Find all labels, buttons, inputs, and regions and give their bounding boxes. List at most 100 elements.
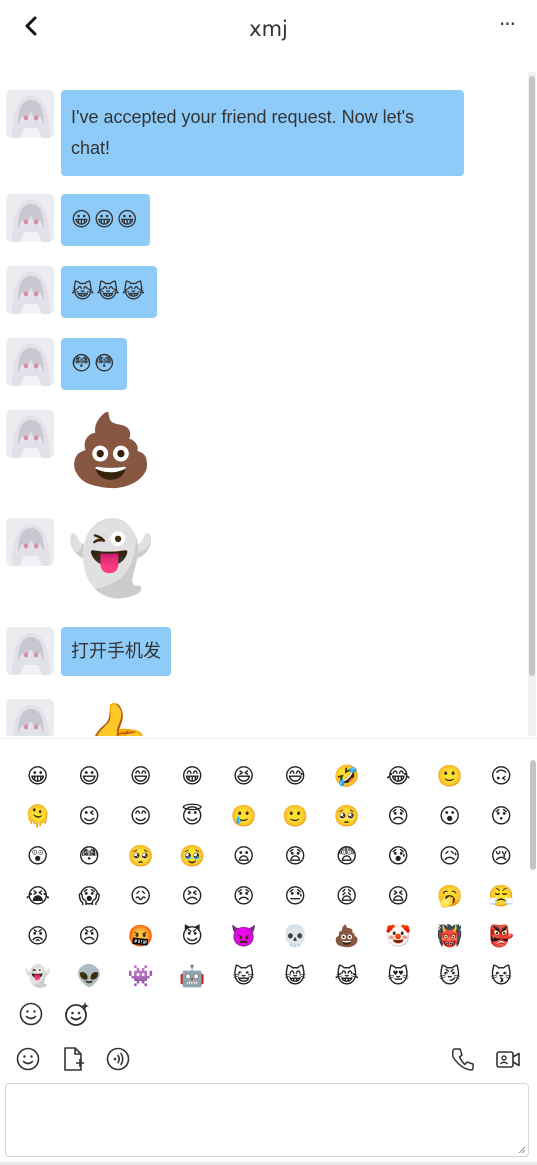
emoji-bubble[interactable]: 😀😀😀: [61, 194, 150, 246]
chat-scroll-thumb[interactable]: [529, 76, 535, 676]
emoji-option[interactable]: 😻: [373, 961, 425, 991]
emoji-option[interactable]: 😃: [64, 761, 116, 791]
text-bubble[interactable]: I've accepted your friend request. Now l…: [61, 90, 464, 176]
message-item: 👍: [6, 699, 161, 736]
emoji-option[interactable]: 🥲: [218, 801, 270, 831]
emoji-option[interactable]: 😁: [167, 761, 219, 791]
emoji-option[interactable]: 😊: [115, 801, 167, 831]
emoji-grid: 😀 😃 😄 😁 😆 😅 🤣 😂 🙂 🙃 🫠 😉 😊 😇 🥲 🙂 🥺 😞 😮 😯 😲 😳 🥺 🥹 😦 😧 😨 😰 😥 😢 😭 😱 😖 😣 😞 😓 😩 😫 🥱 😤…: [12, 761, 522, 991]
emoji-option[interactable]: 😇: [167, 801, 219, 831]
input-toolbar: [0, 1040, 537, 1080]
emoji-option[interactable]: 😡: [12, 921, 64, 951]
emoji-option[interactable]: 😈: [167, 921, 219, 951]
emoji-option[interactable]: 😄: [115, 761, 167, 791]
emoji-option[interactable]: 😽: [476, 961, 528, 991]
sticker-message[interactable]: 💩: [61, 410, 161, 490]
sticker-tab-icon[interactable]: [64, 1001, 90, 1027]
emoji-option[interactable]: 😹: [321, 961, 373, 991]
sticker-message[interactable]: 👻: [61, 518, 161, 598]
emoji-option[interactable]: 🤣: [321, 761, 373, 791]
chat-scrollbar[interactable]: [528, 72, 536, 736]
emoji-option[interactable]: 😣: [167, 881, 219, 911]
emoji-bubble[interactable]: 😳😳: [61, 338, 127, 390]
chat-title: xmj: [249, 17, 288, 41]
emoji-option[interactable]: 😥: [424, 841, 476, 871]
emoji-option[interactable]: 😲: [12, 841, 64, 871]
text-bubble[interactable]: 打开手机发: [61, 627, 171, 676]
emoji-option[interactable]: 😰: [373, 841, 425, 871]
emoji-option[interactable]: 🤖: [167, 961, 219, 991]
emoji-option[interactable]: 😼: [424, 961, 476, 991]
message-item: I've accepted your friend request. Now l…: [6, 90, 464, 176]
emoji-option[interactable]: 🤬: [115, 921, 167, 951]
message-item: 打开手机发: [6, 627, 171, 676]
more-options-icon[interactable]: ···: [495, 14, 519, 38]
file-upload-icon[interactable]: [60, 1046, 86, 1072]
message-item: 😀😀😀: [6, 194, 150, 246]
emoji-option[interactable]: 😀: [12, 761, 64, 791]
emoji-option[interactable]: 🥺: [115, 841, 167, 871]
emoji-option[interactable]: 😠: [64, 921, 116, 951]
emoji-option[interactable]: 😧: [270, 841, 322, 871]
emoji-panel-scrollbar[interactable]: [530, 760, 536, 870]
emoji-option[interactable]: 😤: [476, 881, 528, 911]
phone-icon[interactable]: [450, 1046, 476, 1072]
emoji-option[interactable]: 😂: [373, 761, 425, 791]
emoji-option[interactable]: 👻: [12, 961, 64, 991]
avatar[interactable]: [6, 338, 54, 386]
emoji-bubble[interactable]: 😹😹😹: [61, 266, 158, 318]
avatar[interactable]: [6, 518, 54, 566]
emoji-option[interactable]: 😉: [64, 801, 116, 831]
emoji-option[interactable]: 😯: [476, 801, 528, 831]
emoji-option[interactable]: 👽: [64, 961, 116, 991]
emoji-option[interactable]: 🥺: [321, 801, 373, 831]
emoji-option[interactable]: 🥱: [424, 881, 476, 911]
emoji-icon[interactable]: [15, 1046, 41, 1072]
emoji-option[interactable]: 👾: [115, 961, 167, 991]
emoji-option[interactable]: 😦: [218, 841, 270, 871]
emoji-option[interactable]: 🥹: [167, 841, 219, 871]
emoji-option[interactable]: 😸: [270, 961, 322, 991]
emoji-option[interactable]: 💩: [321, 921, 373, 951]
emoji-option[interactable]: 😮: [424, 801, 476, 831]
emoji-option[interactable]: 😫: [373, 881, 425, 911]
message-item: 😳😳: [6, 338, 127, 390]
sticker-message[interactable]: 👍: [61, 699, 161, 736]
emoji-option[interactable]: 🙂: [270, 801, 322, 831]
emoji-option[interactable]: 😢: [476, 841, 528, 871]
avatar[interactable]: [6, 266, 54, 314]
avatar[interactable]: [6, 627, 54, 675]
emoji-option[interactable]: 👺: [476, 921, 528, 951]
avatar[interactable]: [6, 410, 54, 458]
emoji-option[interactable]: 😺: [218, 961, 270, 991]
avatar[interactable]: [6, 699, 54, 736]
emoji-option[interactable]: 😆: [218, 761, 270, 791]
emoji-option[interactable]: 🤡: [373, 921, 425, 951]
message-list[interactable]: I've accepted your friend request. Now l…: [0, 72, 527, 736]
avatar[interactable]: [6, 90, 54, 138]
emoji-option[interactable]: 💀: [270, 921, 322, 951]
emoji-option[interactable]: 😳: [64, 841, 116, 871]
emoji-option[interactable]: 😨: [321, 841, 373, 871]
smile-tab-icon[interactable]: [18, 1001, 44, 1027]
emoji-option[interactable]: 😓: [270, 881, 322, 911]
emoji-option[interactable]: 🙃: [476, 761, 528, 791]
emoji-option[interactable]: 😅: [270, 761, 322, 791]
emoji-option[interactable]: 😖: [115, 881, 167, 911]
emoji-option[interactable]: 😱: [64, 881, 116, 911]
emoji-option[interactable]: 😩: [321, 881, 373, 911]
emoji-option[interactable]: 😭: [12, 881, 64, 911]
avatar[interactable]: [6, 194, 54, 242]
emoji-option[interactable]: 👹: [424, 921, 476, 951]
voice-icon[interactable]: [105, 1046, 131, 1072]
message-input[interactable]: [5, 1083, 529, 1157]
message-item: 👻: [6, 518, 161, 598]
resize-handle-icon[interactable]: [518, 1146, 526, 1154]
emoji-panel: 😀 😃 😄 😁 😆 😅 🤣 😂 🙂 🙃 🫠 😉 😊 😇 🥲 🙂 🥺 😞 😮 😯 😲 😳 🥺 🥹 😦 😧 😨 😰 😥 😢 😭 😱 😖 😣 😞 😓 😩 😫 🥱 😤…: [0, 738, 537, 1039]
emoji-option[interactable]: 🫠: [12, 801, 64, 831]
emoji-option[interactable]: 😞: [373, 801, 425, 831]
video-call-icon[interactable]: [495, 1046, 521, 1072]
emoji-option[interactable]: 😞: [218, 881, 270, 911]
emoji-option[interactable]: 🙂: [424, 761, 476, 791]
emoji-option[interactable]: 👿: [218, 921, 270, 951]
